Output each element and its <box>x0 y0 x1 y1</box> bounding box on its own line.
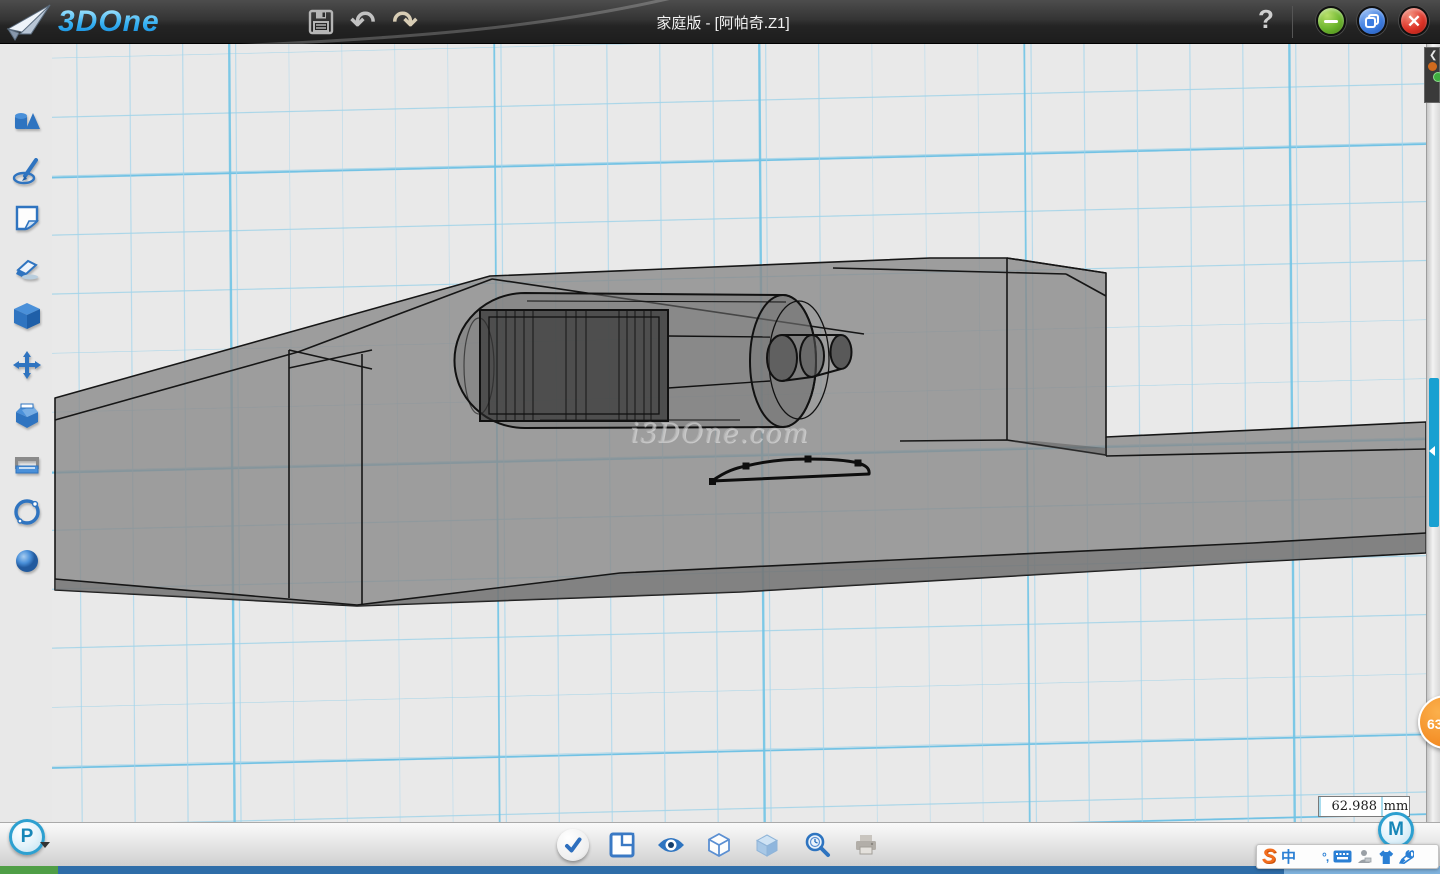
combine-button[interactable] <box>10 398 44 432</box>
left-toolbar <box>0 44 52 822</box>
redo-icon[interactable]: ↷ <box>390 7 420 37</box>
title-bar: 3DOne ↶ ↷ 家庭版 - [阿帕奇.Z1] ? ✕ <box>0 0 1440 44</box>
checkmark-icon <box>563 835 583 855</box>
render-sphere-button[interactable] <box>10 544 44 578</box>
orange-dot-icon <box>1428 62 1437 71</box>
moon-icon <box>1301 849 1317 865</box>
close-button[interactable]: ✕ <box>1399 6 1429 36</box>
visibility-button[interactable] <box>652 826 690 864</box>
sketch-plane-icon <box>12 203 42 233</box>
shaded-display-button[interactable] <box>748 826 786 864</box>
skin-shirt-icon <box>1377 849 1394 865</box>
ime-punctuation-toggle[interactable]: °, <box>1322 846 1328 867</box>
caliper-icon <box>12 449 42 479</box>
badge-count: 63 <box>1427 716 1440 732</box>
minimize-icon <box>1324 20 1338 23</box>
chevron-left-icon: ❮ <box>1429 50 1437 61</box>
measurement-value[interactable]: 62.988 <box>1319 797 1381 816</box>
redo-glyph: ↷ <box>392 5 417 40</box>
save-icon[interactable] <box>306 7 336 37</box>
zoom-button[interactable] <box>799 826 837 864</box>
ime-skin[interactable] <box>1377 846 1394 867</box>
user-icon <box>1357 849 1372 864</box>
restore-button[interactable] <box>1357 6 1387 36</box>
ime-settings[interactable] <box>1399 846 1414 867</box>
undo-icon[interactable]: ↶ <box>348 7 378 37</box>
sketch-plane-button[interactable] <box>10 201 44 235</box>
confirm-button[interactable] <box>554 826 592 864</box>
primitive-shapes-button[interactable] <box>10 105 44 139</box>
paper-plane-icon <box>6 3 52 41</box>
p-dropdown-caret[interactable] <box>40 842 50 848</box>
zoom-magnifier-icon <box>804 831 832 859</box>
grid-vertical-lines <box>52 44 1426 822</box>
help-button[interactable]: ? <box>1252 4 1280 35</box>
undo-glyph: ↶ <box>350 5 375 40</box>
viewport-layout-button[interactable] <box>603 826 641 864</box>
close-icon: ✕ <box>1407 13 1421 30</box>
ime-language-toggle[interactable]: 中 <box>1281 846 1296 867</box>
sketch-button[interactable] <box>10 154 44 188</box>
move-arrows-icon <box>12 350 42 380</box>
titlebar-divider <box>1292 6 1293 38</box>
panel-arrow-icon <box>1429 446 1435 456</box>
shaded-cube-icon <box>754 832 780 858</box>
sketch-icon <box>12 156 42 186</box>
ime-account[interactable] <box>1357 846 1372 867</box>
ime-fullhalf-toggle[interactable] <box>1301 846 1317 867</box>
move-button[interactable] <box>10 348 44 382</box>
cube-icon <box>12 301 42 331</box>
sphere-icon <box>12 546 42 576</box>
app-logo: 3DOne <box>6 3 160 41</box>
printer-icon <box>853 832 879 858</box>
property-p-button[interactable]: P <box>9 819 45 855</box>
restore-icon <box>1364 13 1380 29</box>
wireframe-cube-icon <box>706 832 732 858</box>
eraser-button[interactable] <box>10 251 44 285</box>
viewport-canvas[interactable] <box>52 44 1426 822</box>
app-window: { "window": { "brand": "3DOne", "title":… <box>0 0 1440 874</box>
print-button[interactable] <box>847 826 885 864</box>
ime-softkeyboard[interactable] <box>1333 846 1352 867</box>
wrench-icon <box>1399 849 1414 864</box>
m-label: M <box>1388 819 1404 841</box>
green-dot-icon <box>1433 72 1440 82</box>
brand-text: 3DOne <box>58 5 160 39</box>
viewport-layout-icon <box>609 832 635 858</box>
solid-feature-button[interactable] <box>10 299 44 333</box>
measure-button[interactable] <box>10 447 44 481</box>
wireframe-display-button[interactable] <box>700 826 738 864</box>
m-mode-button[interactable]: M <box>1378 812 1414 848</box>
eraser-icon <box>12 253 42 283</box>
keyboard-icon <box>1333 850 1352 863</box>
ring-curve-button[interactable] <box>10 495 44 529</box>
eye-icon <box>656 835 686 855</box>
ime-toolbar: S 中 °, <box>1256 844 1439 869</box>
ime-logo[interactable]: S <box>1262 846 1276 867</box>
bottom-toolbar: P <box>0 822 1440 866</box>
collapsed-panel-tab[interactable]: ❮ <box>1424 47 1440 103</box>
right-panel-handle[interactable] <box>1429 378 1439 527</box>
taskbar-strip <box>0 866 1440 874</box>
ring-icon <box>12 497 42 527</box>
confirm-circle <box>557 829 589 861</box>
open-box-icon <box>12 400 42 430</box>
minimize-button[interactable] <box>1316 6 1346 36</box>
primitives-icon <box>12 107 42 137</box>
window-title: 家庭版 - [阿帕奇.Z1] <box>520 12 926 33</box>
p-label: P <box>21 826 34 848</box>
